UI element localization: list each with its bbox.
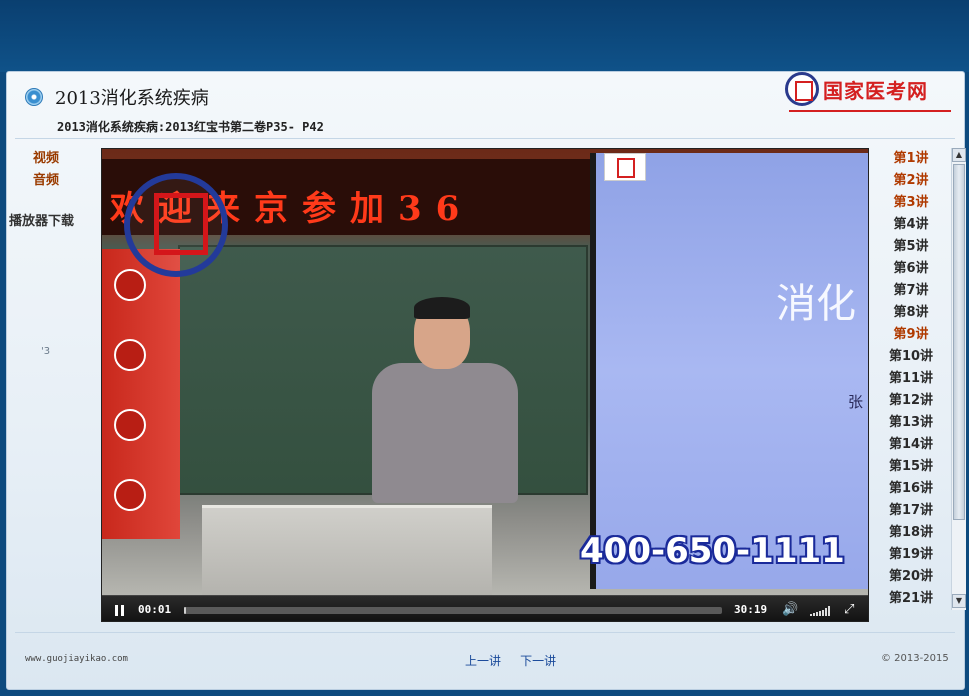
footer-nav: 上一讲 下一讲 (465, 650, 570, 669)
header-divider (15, 138, 955, 139)
logo-text: 国家医考网 (823, 79, 928, 103)
video-link[interactable]: 视频 (7, 148, 85, 170)
lecture-item[interactable]: 第4讲 (885, 214, 937, 236)
logo-underline (789, 110, 951, 112)
poster-seal-icon (114, 269, 146, 301)
lecture-item[interactable]: 第19讲 (885, 544, 937, 566)
lecture-list-scrollbar[interactable]: ▲ ▼ (951, 148, 966, 610)
lecture-item[interactable]: 第18讲 (885, 522, 937, 544)
phone-number-overlay: 400-650-1111 (580, 531, 845, 571)
poster-seal-icon (114, 479, 146, 511)
left-nav-mark: '3 (41, 346, 51, 357)
lecture-item[interactable]: 第8讲 (885, 302, 937, 324)
player-download-link[interactable]: 播放器下载 (7, 210, 97, 229)
volume-level[interactable] (810, 606, 830, 616)
lecture-item[interactable]: 第10讲 (885, 346, 937, 368)
pause-button[interactable] (112, 596, 128, 621)
scroll-down-icon[interactable]: ▼ (952, 594, 966, 608)
fullscreen-icon[interactable]: ⤢ (844, 596, 854, 621)
player-panel: 2013消化系统疾病 2013消化系统疾病:2013红宝书第二卷P35- P42… (6, 71, 966, 690)
footer-divider (15, 632, 955, 633)
watermark-logo-icon (124, 173, 228, 277)
video-player[interactable]: 欢迎来京参加36 消化 张 400-650-1111 00:01 30:19 🔊… (101, 148, 869, 622)
poster-seal-icon (114, 339, 146, 371)
video-frame[interactable]: 欢迎来京参加36 消化 张 400-650-1111 (102, 149, 868, 595)
next-lecture-link[interactable]: 下一讲 (520, 654, 556, 668)
red-poster (102, 249, 180, 539)
lecture-item[interactable]: 第7讲 (885, 280, 937, 302)
page-title: 2013消化系统疾病 (55, 88, 209, 109)
screen-small-text: 张 (848, 393, 864, 411)
disc-icon (25, 88, 43, 106)
lecture-item[interactable]: 第11讲 (885, 368, 937, 390)
lecture-item[interactable]: 第2讲 (885, 170, 937, 192)
logo-seal-icon (785, 72, 819, 106)
lecturer-hair (414, 297, 470, 319)
total-time: 30:19 (734, 603, 768, 616)
top-background-band (0, 0, 969, 72)
lecture-item[interactable]: 第14讲 (885, 434, 937, 456)
lecture-item[interactable]: 第1讲 (885, 148, 937, 170)
lecture-item[interactable]: 第17讲 (885, 500, 937, 522)
lecture-item[interactable]: 第15讲 (885, 456, 937, 478)
footer-copyright: © 2013-2015 (881, 653, 949, 664)
footer-site-url: www.guojiayikao.com (25, 654, 128, 664)
poster-seal-icon (114, 409, 146, 441)
lecture-item[interactable]: 第21讲 (885, 588, 937, 610)
page-subtitle: 2013消化系统疾病:2013红宝书第二卷P35- P42 (57, 120, 324, 134)
lecture-item[interactable]: 第3讲 (885, 192, 937, 214)
scrollbar-thumb[interactable] (953, 164, 965, 520)
audio-link[interactable]: 音频 (7, 170, 85, 192)
projector-screen: 消化 张 (590, 153, 868, 589)
seek-bar-fill (184, 607, 186, 614)
lecture-list: 第1讲 第2讲 第3讲 第4讲 第5讲 第6讲 第7讲 第8讲 第9讲 第10讲 第11讲 第12讲第… (885, 148, 937, 610)
site-logo[interactable]: 国家医考网 (785, 72, 955, 112)
screen-title-text: 消化 (776, 281, 856, 327)
previous-lecture-link[interactable]: 上一讲 (465, 654, 501, 668)
lecture-item[interactable]: 第20讲 (885, 566, 937, 588)
podium (202, 505, 492, 595)
lecture-item[interactable]: 第5讲 (885, 236, 937, 258)
lecturer-body (372, 363, 518, 503)
lecture-item[interactable]: 第13讲 (885, 412, 937, 434)
volume-icon[interactable]: 🔊 (782, 596, 798, 621)
lecture-item[interactable]: 第9讲 (885, 324, 937, 346)
scroll-up-icon[interactable]: ▲ (952, 148, 966, 162)
seek-bar[interactable] (184, 607, 722, 614)
video-controls: 00:01 30:19 🔊 ⤢ (102, 595, 868, 621)
lecture-item[interactable]: 第16讲 (885, 478, 937, 500)
current-time: 00:01 (138, 603, 172, 616)
screen-logo-icon (604, 153, 646, 181)
lecture-item[interactable]: 第6讲 (885, 258, 937, 280)
lecture-item[interactable]: 第12讲 (885, 390, 937, 412)
left-nav: 视频 音频 播放器下载 '3 (7, 148, 97, 357)
